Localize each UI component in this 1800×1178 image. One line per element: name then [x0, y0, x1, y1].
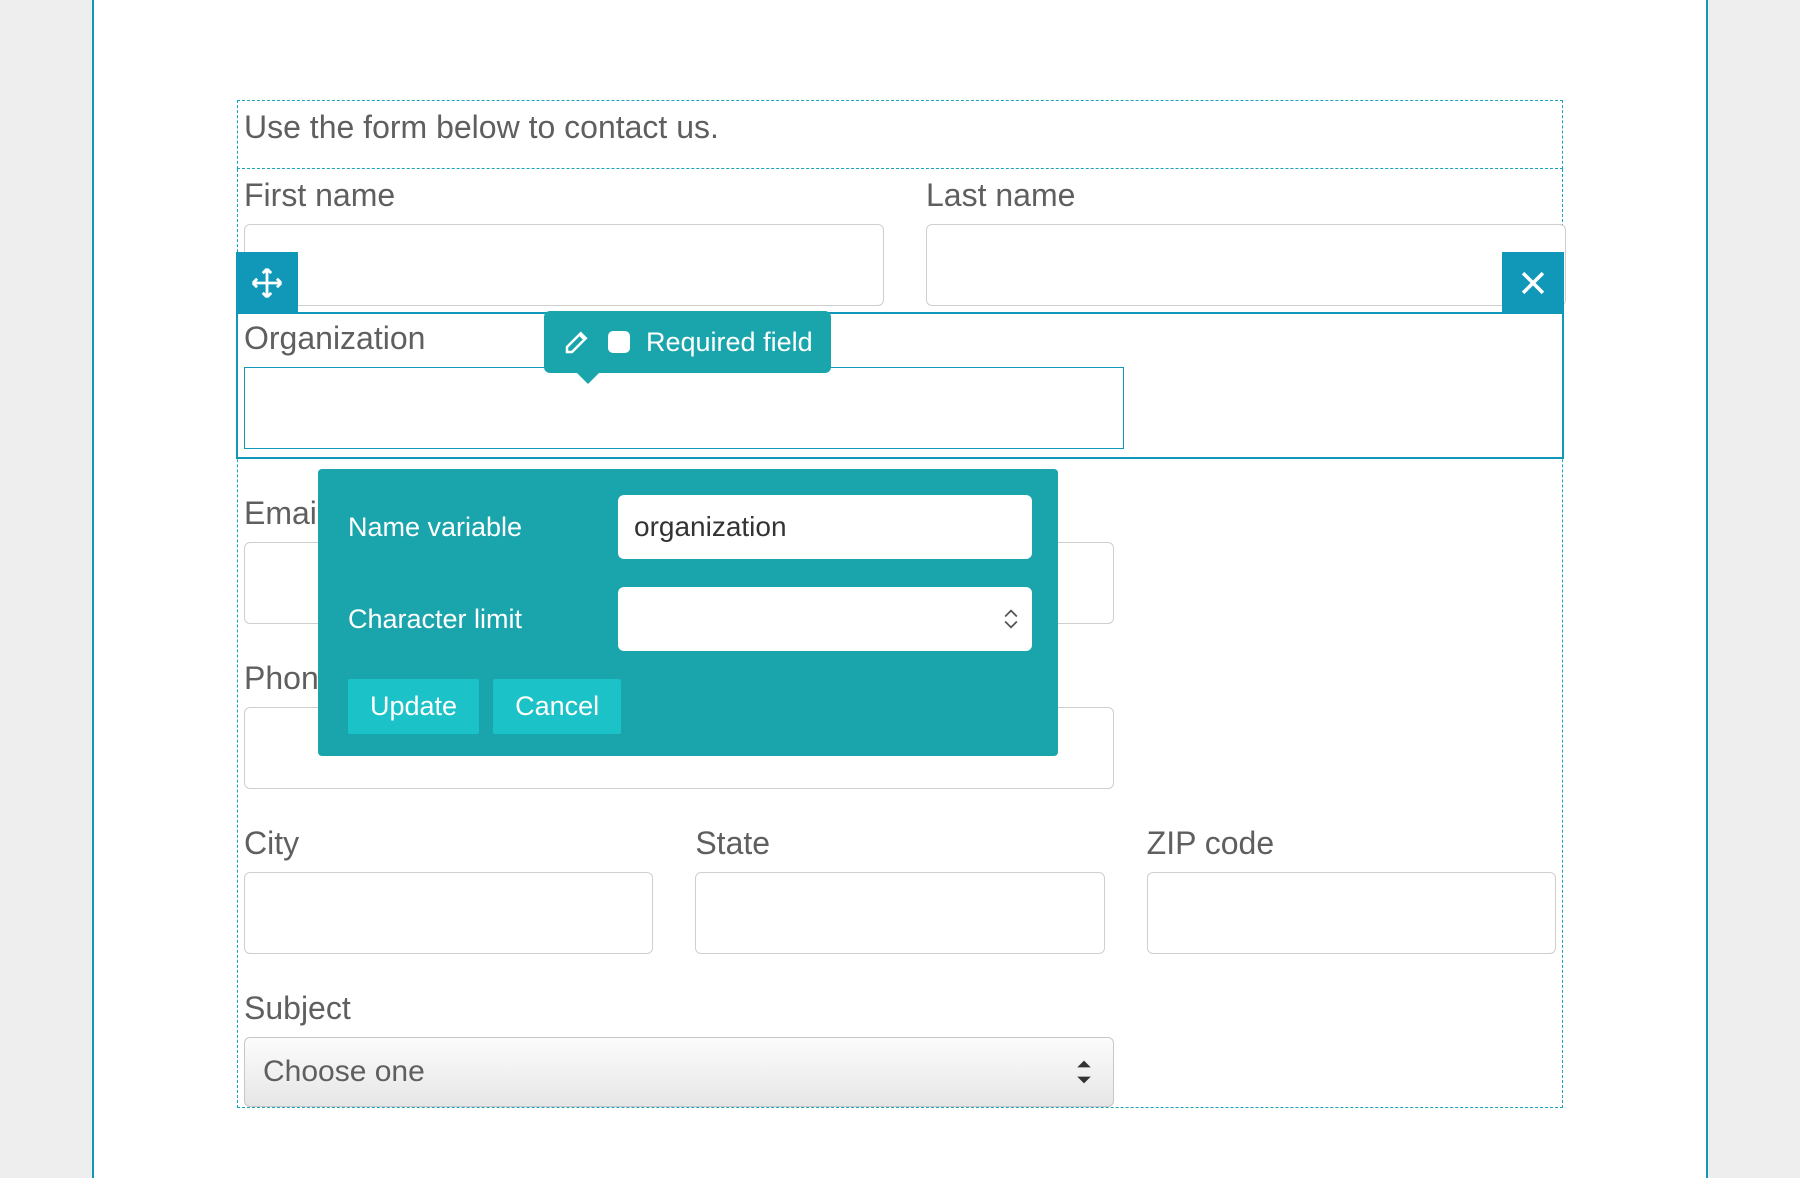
- last-name-field-group: Last name: [926, 177, 1566, 306]
- last-name-label: Last name: [926, 177, 1566, 214]
- city-label: City: [244, 825, 653, 862]
- state-input[interactable]: [695, 872, 1104, 954]
- form-region[interactable]: First name Last name: [237, 169, 1563, 1108]
- move-icon: [250, 266, 284, 300]
- chevron-down-icon: [1004, 620, 1018, 630]
- first-name-field-group: First name: [244, 177, 884, 306]
- number-spinner[interactable]: [1004, 608, 1018, 630]
- chevron-up-icon: [1004, 608, 1018, 618]
- organization-input[interactable]: [244, 367, 1124, 449]
- intro-text: Use the form below to contact us.: [244, 109, 1556, 146]
- close-icon: [1516, 266, 1550, 300]
- cancel-button[interactable]: Cancel: [493, 679, 621, 734]
- city-field-group: City: [244, 825, 653, 954]
- intro-region[interactable]: Use the form below to contact us.: [237, 100, 1563, 169]
- subject-label: Subject: [244, 990, 1114, 1027]
- required-field-label: Required field: [646, 327, 813, 358]
- name-variable-input[interactable]: [618, 495, 1032, 559]
- subject-select-placeholder: Choose one: [263, 1055, 425, 1089]
- zip-label: ZIP code: [1147, 825, 1556, 862]
- state-label: State: [695, 825, 1104, 862]
- update-button[interactable]: Update: [348, 679, 479, 734]
- select-arrows-icon: [1075, 1058, 1093, 1086]
- state-field-group: State: [695, 825, 1104, 954]
- subject-select[interactable]: Choose one: [244, 1037, 1114, 1107]
- organization-label: Organization: [244, 320, 1556, 357]
- drag-handle[interactable]: [236, 252, 298, 314]
- organization-row-selected[interactable]: Required field Organization Name variabl…: [236, 312, 1564, 459]
- edit-icon: [562, 327, 592, 357]
- page-canvas: Use the form below to contact us. First …: [92, 0, 1708, 1178]
- city-input[interactable]: [244, 872, 653, 954]
- required-checkbox[interactable]: [608, 331, 630, 353]
- field-settings-popover: Name variable Character limit Update: [318, 469, 1058, 756]
- subject-field-group: Subject Choose one: [244, 990, 1114, 1107]
- field-toolbar: Required field: [544, 311, 831, 373]
- last-name-input[interactable]: [926, 224, 1566, 306]
- character-limit-input[interactable]: [618, 587, 1032, 651]
- zip-field-group: ZIP code: [1147, 825, 1556, 954]
- character-limit-label: Character limit: [348, 604, 618, 635]
- first-name-input[interactable]: [244, 224, 884, 306]
- name-variable-label: Name variable: [348, 512, 618, 543]
- edit-button[interactable]: [562, 327, 592, 357]
- zip-input[interactable]: [1147, 872, 1556, 954]
- first-name-label: First name: [244, 177, 884, 214]
- close-handle[interactable]: [1502, 252, 1564, 314]
